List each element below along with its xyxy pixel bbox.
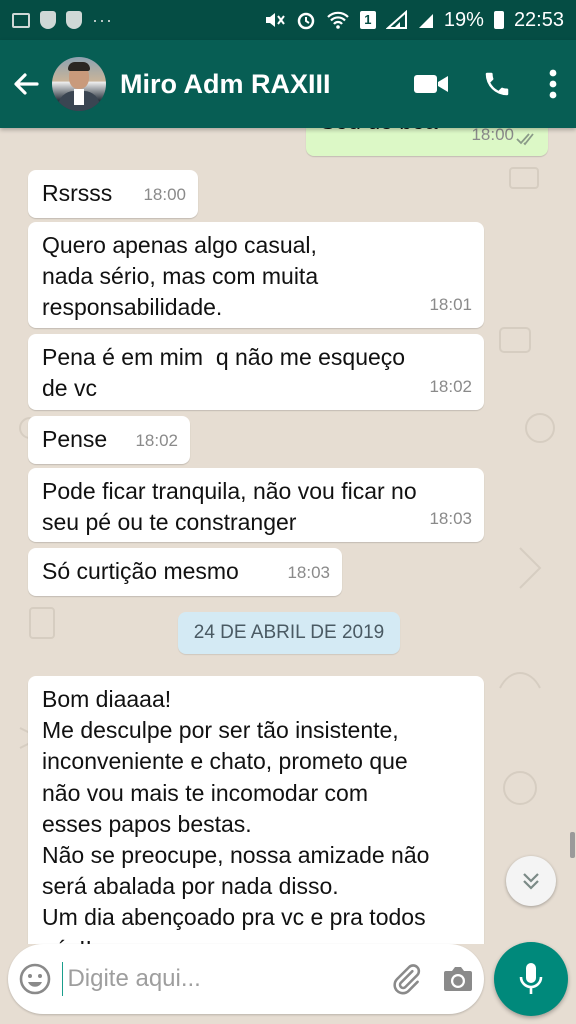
message-text: Sou de boa [320, 128, 438, 137]
message-bubble-incoming[interactable]: Pena é em mim q não me esqueço de vc 18:… [28, 334, 484, 410]
signal-icon [385, 10, 407, 29]
back-button[interactable] [0, 40, 52, 128]
message-bubble-incoming[interactable]: Quero apenas algo casual, nada sério, ma… [28, 222, 484, 328]
avatar-hair [68, 62, 90, 71]
camera-icon [443, 967, 472, 991]
alarm-icon [297, 12, 315, 30]
chevron-double-down-icon [523, 873, 539, 890]
message-bubble-incoming[interactable]: Pense 18:02 [28, 416, 190, 464]
mute-icon [265, 13, 285, 27]
message-time: 18:01 [429, 295, 472, 314]
arrow-left-icon [14, 73, 39, 95]
videocam-icon [414, 75, 448, 93]
more-notifications-indicator: ··· [92, 9, 113, 30]
wifi-icon [327, 11, 349, 29]
video-call-button[interactable] [398, 40, 464, 128]
message-text: Pode ficar tranquila, não vou ficar no s… [42, 478, 417, 535]
battery-percent: 19% [443, 8, 484, 31]
date-separator: 24 DE ABRIL DE 2019 [178, 612, 400, 654]
more-vert-icon [549, 69, 557, 99]
scrollbar-thumb[interactable] [570, 832, 575, 858]
status-left: ··· [12, 10, 113, 31]
camera-button[interactable] [432, 944, 484, 1014]
clock: 22:53 [513, 8, 564, 31]
battery-icon [493, 11, 504, 29]
message-time: 18:02 [135, 431, 178, 450]
text-cursor [61, 962, 64, 996]
attach-button[interactable] [379, 944, 431, 1014]
phone-icon [485, 72, 509, 96]
status-bar: ··· 1 19% 22:53 [0, 0, 576, 40]
avatar-shirt [74, 89, 84, 105]
scroll-to-bottom-button[interactable] [506, 856, 556, 906]
message-time: 18:00 [471, 128, 514, 144]
message-bubble-incoming[interactable]: Pode ficar tranquila, não vou ficar no s… [28, 468, 484, 542]
signal-icon-2 [418, 14, 433, 28]
emoji-icon [19, 963, 51, 995]
message-text: Pena é em mim q não me esqueço de vc [42, 344, 406, 401]
contact-avatar[interactable] [52, 57, 106, 111]
read-receipt-icon [516, 133, 534, 146]
message-text: Bom diaaaa! Me desculpe por ser tão insi… [42, 686, 430, 944]
message-text: Só curtição mesmo [42, 558, 239, 584]
message-text: Rsrsss [42, 180, 113, 206]
emoji-button[interactable] [8, 944, 62, 1014]
contact-name[interactable]: Miro Adm RAXIII [120, 69, 398, 100]
more-options-button[interactable] [530, 40, 576, 128]
chat-area[interactable]: Sou de boa 18:00 Rsrsss 18:00 Quero apen… [0, 128, 576, 944]
shield-notification-icon [40, 11, 56, 29]
message-text: Pense [42, 426, 108, 452]
status-right: 1 19% 22:53 [264, 9, 564, 32]
paperclip-icon [392, 964, 420, 995]
shield-notification-icon-2 [66, 11, 82, 29]
gallery-notification-icon [12, 12, 30, 28]
chat-header: Miro Adm RAXIII [0, 40, 576, 128]
message-bubble-outgoing[interactable]: Sou de boa 18:00 [306, 128, 548, 156]
message-bubble-incoming[interactable]: Rsrsss 18:00 [28, 170, 198, 218]
voice-call-button[interactable] [464, 40, 530, 128]
message-bubble-incoming[interactable]: Só curtição mesmo 18:03 [28, 548, 342, 596]
message-composer [8, 944, 484, 1014]
sim-indicator: 1 [359, 11, 376, 29]
message-time: 18:00 [143, 185, 186, 204]
message-time: 18:03 [287, 563, 330, 582]
message-time: 18:03 [429, 509, 472, 528]
mic-icon [519, 963, 543, 994]
voice-record-button[interactable] [494, 942, 568, 1016]
message-time: 18:02 [429, 377, 472, 396]
message-text: Quero apenas algo casual, nada sério, ma… [42, 232, 319, 320]
message-bubble-incoming[interactable]: Bom diaaaa! Me desculpe por ser tão insi… [28, 676, 484, 944]
message-input[interactable] [65, 964, 380, 994]
